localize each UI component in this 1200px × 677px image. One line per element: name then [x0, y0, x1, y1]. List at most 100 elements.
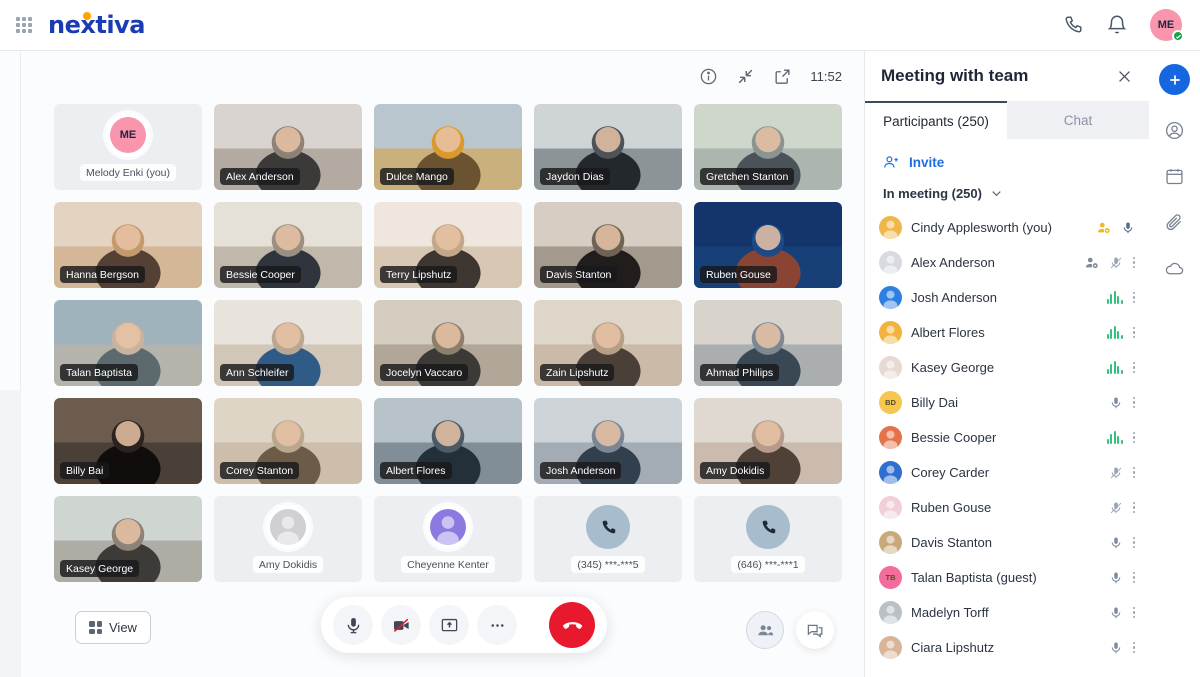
tile-name-label: Melody Enki (you): [79, 164, 177, 181]
video-tile[interactable]: Jocelyn Vaccaro: [374, 300, 522, 386]
collapse-icon[interactable]: [736, 67, 755, 86]
participant-row[interactable]: Madelyn Torff: [879, 595, 1139, 630]
tile-name-label: Bessie Cooper: [220, 266, 301, 283]
microphone-icon[interactable]: [1109, 606, 1123, 620]
video-tile[interactable]: Dulce Mango: [374, 104, 522, 190]
host-icon: [1097, 222, 1110, 233]
tab-participants[interactable]: Participants (250): [865, 101, 1007, 139]
microphone-icon[interactable]: [1121, 221, 1135, 235]
video-tile[interactable]: Davis Stanton: [534, 202, 682, 288]
participant-row[interactable]: Ruben Gouse: [879, 490, 1139, 525]
avatar: [879, 251, 902, 274]
participant-status-icons: [1109, 606, 1140, 620]
attachment-icon[interactable]: [1164, 212, 1185, 233]
participant-row[interactable]: Ciara Lipshutz: [879, 630, 1139, 665]
participant-row[interactable]: Alex Anderson: [879, 245, 1139, 280]
tile-name-label: (345) ***-***5: [571, 556, 645, 573]
row-menu-button[interactable]: [1132, 396, 1135, 409]
microphone-icon[interactable]: [1109, 396, 1123, 410]
video-tile[interactable]: Kasey George: [54, 496, 202, 582]
microphone-icon[interactable]: [1109, 536, 1123, 550]
participant-row[interactable]: Cindy Applesworth (you): [879, 210, 1139, 245]
more-options-button[interactable]: [477, 605, 517, 645]
row-menu-button[interactable]: [1132, 466, 1135, 479]
video-tile[interactable]: Zain Lipshutz: [534, 300, 682, 386]
camera-button[interactable]: [381, 605, 421, 645]
video-tile[interactable]: Ahmad Philips: [694, 300, 842, 386]
video-tile[interactable]: Terry Lipshutz: [374, 202, 522, 288]
mic-button[interactable]: [333, 605, 373, 645]
video-tile[interactable]: Ann Schleifer: [214, 300, 362, 386]
participant-row[interactable]: Corey Carder: [879, 455, 1139, 490]
video-tile[interactable]: Talan Baptista: [54, 300, 202, 386]
microphone-muted-icon[interactable]: [1109, 256, 1123, 270]
calendar-icon[interactable]: [1164, 166, 1185, 187]
microphone-muted-icon[interactable]: [1109, 466, 1123, 480]
video-tile[interactable]: Amy Dokidis: [214, 496, 362, 582]
in-meeting-section[interactable]: In meeting (250): [865, 184, 1149, 210]
stage-right-controls: [746, 611, 834, 649]
participant-row[interactable]: Bessie Cooper: [879, 420, 1139, 455]
row-menu-button[interactable]: [1132, 536, 1135, 549]
row-menu-button[interactable]: [1132, 431, 1135, 444]
tile-name-label: Jocelyn Vaccaro: [380, 364, 469, 381]
share-screen-button[interactable]: [429, 605, 469, 645]
row-menu-button[interactable]: [1132, 291, 1135, 304]
meeting-app: nextiva ME 11:52 ME Melody Enki (you) Al…: [0, 0, 1200, 677]
avatar: [879, 636, 902, 659]
video-tile[interactable]: Jaydon Dias: [534, 104, 682, 190]
video-tile[interactable]: Hanna Bergson: [54, 202, 202, 288]
video-tile[interactable]: Corey Stanton: [214, 398, 362, 484]
video-tile[interactable]: Ruben Gouse: [694, 202, 842, 288]
participants-toggle-button[interactable]: [746, 611, 784, 649]
end-call-button[interactable]: [549, 602, 595, 648]
info-icon[interactable]: [699, 67, 718, 86]
video-tile[interactable]: Billy Bai: [54, 398, 202, 484]
row-menu-button[interactable]: [1132, 571, 1135, 584]
app-launcher-icon[interactable]: [13, 14, 35, 36]
tile-name-label: Kasey George: [60, 560, 140, 577]
brand-logo[interactable]: nextiva: [48, 11, 145, 39]
tile-name-label: Gretchen Stanton: [700, 168, 795, 185]
row-menu-button[interactable]: [1132, 256, 1135, 269]
cloud-icon[interactable]: [1164, 258, 1185, 279]
chat-toggle-button[interactable]: [796, 611, 834, 649]
participant-status-icons: [1109, 641, 1140, 655]
row-menu-button[interactable]: [1132, 606, 1135, 619]
video-tile[interactable]: (646) ***-***1: [694, 496, 842, 582]
video-tile[interactable]: Josh Anderson: [534, 398, 682, 484]
video-tile[interactable]: (345) ***-***5: [534, 496, 682, 582]
participant-row[interactable]: Albert Flores: [879, 315, 1139, 350]
video-tile[interactable]: Alex Anderson: [214, 104, 362, 190]
tab-label: Participants (250): [883, 113, 989, 129]
view-button[interactable]: View: [75, 611, 151, 644]
video-tile[interactable]: Amy Dokidis: [694, 398, 842, 484]
phone-icon[interactable]: [1062, 14, 1084, 36]
participant-row[interactable]: Davis Stanton: [879, 525, 1139, 560]
microphone-icon[interactable]: [1109, 571, 1123, 585]
invite-button[interactable]: Invite: [865, 139, 1149, 184]
close-icon[interactable]: [1116, 68, 1133, 85]
video-tile[interactable]: ME Melody Enki (you): [54, 104, 202, 190]
video-tile[interactable]: Bessie Cooper: [214, 202, 362, 288]
bell-icon[interactable]: [1106, 14, 1128, 36]
add-button[interactable]: [1159, 64, 1190, 95]
contacts-icon[interactable]: [1164, 120, 1185, 141]
tab-chat[interactable]: Chat: [1007, 101, 1149, 139]
user-avatar[interactable]: ME: [1150, 9, 1184, 42]
microphone-muted-icon[interactable]: [1109, 501, 1123, 515]
video-tile[interactable]: Gretchen Stanton: [694, 104, 842, 190]
row-menu-button[interactable]: [1132, 501, 1135, 514]
row-menu-button[interactable]: [1132, 326, 1135, 339]
participant-row[interactable]: Kasey George: [879, 350, 1139, 385]
video-tile[interactable]: Albert Flores: [374, 398, 522, 484]
participant-row[interactable]: Josh Anderson: [879, 280, 1139, 315]
participant-row[interactable]: TB Talan Baptista (guest): [879, 560, 1139, 595]
row-menu-button[interactable]: [1132, 361, 1135, 374]
tile-name-label: Davis Stanton: [540, 266, 618, 283]
row-menu-button[interactable]: [1132, 641, 1135, 654]
video-tile[interactable]: Cheyenne Kenter: [374, 496, 522, 582]
microphone-icon[interactable]: [1109, 641, 1123, 655]
participant-row[interactable]: BD Billy Dai: [879, 385, 1139, 420]
popout-icon[interactable]: [773, 67, 792, 86]
